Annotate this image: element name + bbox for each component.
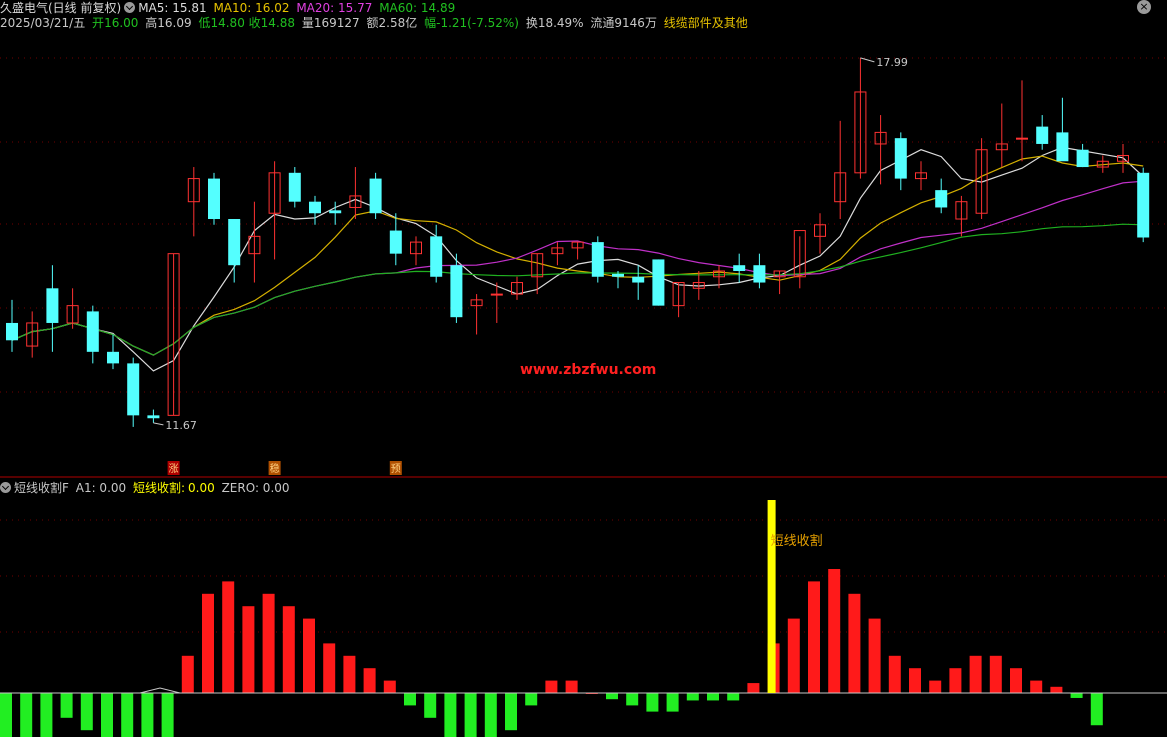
indicator-bar-down [484, 693, 497, 737]
indicator-bar-up [323, 643, 336, 693]
indicator-bar-up [545, 680, 558, 693]
watermark: www.zbzfwu.com [520, 362, 656, 378]
candle-down [127, 363, 140, 416]
signal-tag: 涨 [169, 463, 179, 475]
indicator-bar-up [747, 683, 760, 693]
high-marker [860, 57, 875, 63]
indicator-bar-down [646, 693, 659, 712]
indicator-bar-down [505, 693, 517, 731]
indicator-bar-down [80, 693, 93, 731]
candle-down [1076, 149, 1089, 168]
indicator-bar-up [888, 655, 901, 693]
candle-up [1016, 137, 1028, 140]
indicator-bar-up [1010, 668, 1022, 693]
indicator-bar-down [404, 693, 416, 706]
indicator-bar-up [929, 680, 942, 693]
candle-down [652, 259, 665, 306]
indicator-bar-down [121, 693, 134, 737]
signal-tag: 稳 [270, 462, 280, 475]
indicator-bar-down [686, 693, 699, 701]
indicator-bar-up [303, 618, 315, 693]
candle-down [86, 311, 99, 352]
candle-down [1056, 132, 1069, 162]
candle-down [369, 178, 382, 214]
indicator-bar-up [202, 593, 214, 693]
candle-down [147, 415, 160, 419]
candle-down [107, 351, 119, 364]
candle-down [6, 322, 18, 341]
indicator-bar-down [101, 693, 113, 737]
indicator-bar-up [969, 655, 982, 693]
indicator-bar-down [60, 693, 73, 718]
indicator-bar-up [808, 581, 820, 693]
candle-down [1036, 126, 1049, 144]
indicator-bar-up [181, 655, 194, 693]
indicator-bar-up [282, 606, 295, 693]
indicator-bar-down [444, 693, 457, 737]
zero-curve [139, 687, 181, 694]
candle-down [753, 265, 766, 283]
indicator-bar-up [909, 668, 921, 693]
indicator-bar-down [20, 693, 33, 737]
indicator-bar-down [626, 693, 639, 706]
indicator-bar-up [343, 655, 356, 693]
candle-up [490, 293, 503, 296]
candle-down [389, 230, 402, 254]
indicator-bar-up [949, 668, 962, 693]
indicator-bar-down [40, 693, 53, 737]
candle-down [612, 273, 624, 277]
indicator-bar-up [363, 668, 376, 693]
indicator-bar-up [787, 618, 800, 693]
candle-down [591, 242, 604, 277]
indicator-bar-up [383, 680, 396, 693]
indicator-bar-down [606, 693, 618, 700]
indicator-bar-down [525, 693, 538, 706]
candle-down [733, 265, 746, 271]
signal-tag: 预 [391, 463, 401, 475]
low-marker [153, 422, 164, 426]
indicator-bar-down [1070, 693, 1083, 698]
candle-down [632, 276, 645, 283]
candle-down [329, 210, 342, 214]
indicator-bar-down [0, 693, 12, 737]
indicator-bar-up [1050, 686, 1063, 693]
indicator-bar-up [828, 569, 841, 693]
indicator-bar-down [1090, 693, 1103, 726]
candle-down [450, 265, 463, 318]
signal-bar [767, 500, 776, 693]
candle-down [935, 190, 948, 208]
indicator-bar-down [424, 693, 437, 718]
candle-down [228, 219, 241, 266]
indicator-bar-up [1030, 680, 1043, 693]
ma20-line [11, 180, 1144, 356]
indicator-bar-down [666, 693, 679, 712]
indicator-bar-down [161, 693, 174, 737]
signal-annotation: 短线收割 [771, 533, 823, 549]
candle-down [46, 288, 59, 323]
candle-down [1137, 172, 1150, 238]
indicator-bar-up [565, 680, 578, 693]
candle-down [894, 138, 907, 179]
high-price-label: 17.99 [876, 56, 908, 69]
indicator-bar-down [707, 693, 719, 701]
indicator-bar-up [868, 618, 881, 693]
indicator-bar-up [242, 606, 255, 693]
indicator-bar-up [262, 593, 275, 693]
candle-down [208, 178, 220, 220]
indicator-bar-up [989, 655, 1002, 693]
indicator-bar-down [727, 693, 740, 701]
candle-down [288, 172, 301, 202]
indicator-bar-up [222, 581, 235, 693]
indicator-bar-up [848, 593, 861, 693]
candle-down [309, 201, 321, 214]
indicator-bar-down [141, 693, 154, 737]
low-price-label: 11.67 [165, 419, 197, 432]
stock-chart-window: 久盛电气(日线 前复权) MA5: 15.81 MA10: 16.02 MA20:… [0, 0, 1167, 737]
indicator-bar-down [464, 693, 477, 737]
candle-down [430, 236, 443, 277]
chart-canvas[interactable]: 17.99 11.67 涨 稳 预 www.zbzfwu.com 短线收割 [0, 0, 1167, 737]
